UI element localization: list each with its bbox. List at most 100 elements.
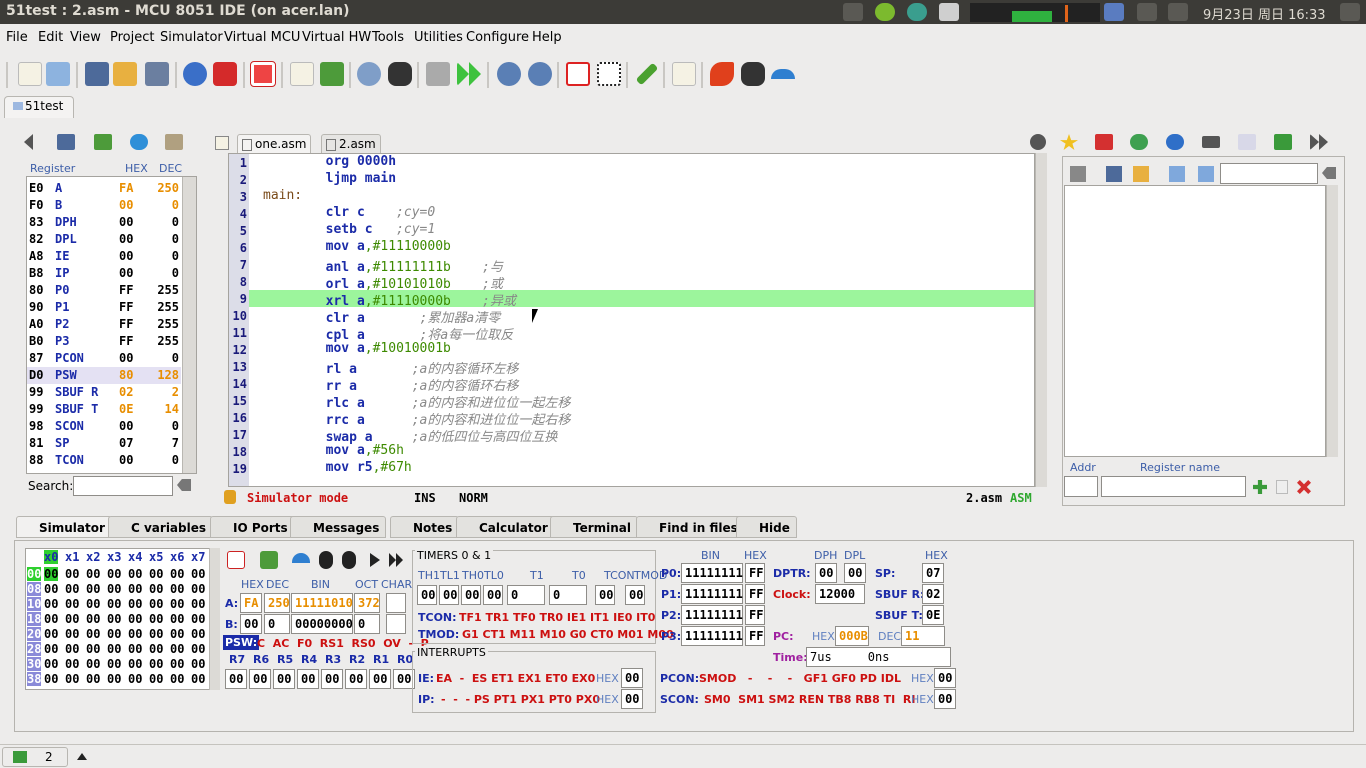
tmod-bits[interactable]: G1 CT1 M11 M10 G0 CT0 M01 M00 [462, 628, 674, 641]
register-row[interactable]: 82 DPL 00 0 [27, 231, 181, 248]
run-icon[interactable] [457, 62, 481, 86]
code-editor[interactable]: 1 2 3 4 5 6 7 8 9 10 11 12 13 14 15 16 17 18 19 org 0000h … [228, 153, 1035, 487]
save-icon[interactable] [85, 62, 109, 86]
memory-cell[interactable]: 00 [170, 582, 184, 596]
r-register-field[interactable]: 00 [225, 669, 247, 689]
menu-edit[interactable]: Edit [38, 30, 63, 45]
tab-messages[interactable]: Messages [290, 516, 387, 538]
dropbox-icon[interactable] [939, 3, 959, 21]
project-tab[interactable]: 51test [4, 96, 74, 118]
open-project-icon[interactable] [320, 62, 344, 86]
memory-cell[interactable]: 00 [44, 612, 58, 626]
memory-cell[interactable]: 00 [86, 657, 100, 671]
code-line[interactable]: org 0000h [249, 154, 1034, 171]
code-line[interactable]: mov a,#11110000b [249, 239, 1034, 256]
memory-cell[interactable]: 00 [44, 567, 59, 581]
code-line[interactable]: clr c ;cy=0 [249, 205, 1034, 222]
tab-notes[interactable]: Notes [390, 516, 460, 538]
timer-field[interactable]: 00 [483, 585, 503, 605]
register-row[interactable]: 90 P1 FF 255 [27, 299, 181, 316]
register-row[interactable]: A0 P2 FF 255 [27, 316, 181, 333]
memory-cell[interactable]: 00 [44, 657, 58, 671]
register-row[interactable]: B0 P3 FF 255 [27, 333, 181, 350]
volume-icon[interactable] [1168, 3, 1188, 21]
clock[interactable]: 9月23日 周日 16:33 [1203, 4, 1326, 23]
star-icon[interactable] [1060, 134, 1078, 150]
pen-icon[interactable] [635, 62, 659, 86]
compile-all-icon[interactable] [528, 62, 552, 86]
memory-cell[interactable]: 00 [44, 642, 58, 656]
addr-input[interactable] [1064, 476, 1098, 497]
rocket-icon[interactable] [710, 62, 734, 86]
register-name-input[interactable] [1101, 476, 1246, 497]
memory-cell[interactable]: 00 [191, 597, 205, 611]
reset-icon[interactable] [227, 551, 245, 569]
register-row[interactable]: 81 SP 07 7 [27, 435, 181, 452]
symbol-search-input[interactable] [1220, 163, 1318, 184]
symbol-scrollbar[interactable] [1326, 185, 1338, 457]
memory-cell[interactable]: 00 [170, 597, 184, 611]
sbuf-r-field[interactable]: 02 [922, 584, 944, 604]
gear-blue-icon[interactable] [130, 134, 148, 150]
register-row[interactable]: A8 IE 00 0 [27, 248, 181, 265]
timer-field[interactable]: 00 [461, 585, 481, 605]
list-icon[interactable] [426, 62, 450, 86]
dph-field[interactable]: 00 [815, 563, 837, 583]
edit-register-icon[interactable] [1276, 480, 1288, 494]
code-line[interactable]: ljmp main [249, 171, 1034, 188]
port-hex-field[interactable]: FF [745, 584, 765, 604]
code-line[interactable]: rr a ;a的内容循环右移 [249, 375, 1034, 394]
save-small-icon[interactable] [1106, 166, 1122, 182]
a-bin-field[interactable]: 11111010 [291, 593, 353, 613]
memory-cell[interactable]: 00 [107, 582, 121, 596]
tcon-bits[interactable]: TF1 TR1 TF0 TR0 IE1 IT1 IE0 IT0 [459, 611, 655, 624]
settings-gear-icon[interactable] [1340, 3, 1360, 21]
tab-hide[interactable]: Hide [736, 516, 797, 538]
a-oct-field[interactable]: 372 [354, 593, 380, 613]
timer-field[interactable]: 00 [595, 585, 615, 605]
register-row[interactable]: 98 SCON 00 0 [27, 418, 181, 435]
tab-simulator[interactable]: Simulator [16, 516, 112, 538]
memory-cell[interactable]: 00 [86, 627, 100, 641]
memory-cell[interactable]: 00 [86, 567, 100, 581]
code-line[interactable]: rlc a ;a的内容和进位位一起左移 [249, 392, 1034, 411]
list-view-icon[interactable] [1202, 136, 1220, 148]
menu-virtual-mcu[interactable]: Virtual MCU [224, 30, 300, 45]
memory-cell[interactable]: 00 [128, 567, 142, 581]
memory-cell[interactable]: 00 [107, 657, 121, 671]
memory-cell[interactable]: 00 [107, 567, 121, 581]
register-row[interactable]: E0 A FA 250 [27, 180, 181, 197]
code-line[interactable]: mov r5,#67h [249, 460, 1034, 477]
mail-icon[interactable] [1104, 3, 1124, 21]
r-register-field[interactable]: 00 [345, 669, 367, 689]
memory-cell[interactable]: 00 [86, 672, 100, 686]
close-editor-icon[interactable] [1030, 134, 1046, 150]
menu-utilities[interactable]: Utilities [414, 30, 463, 45]
menu-project[interactable]: Project [110, 30, 154, 45]
r-register-field[interactable]: 00 [249, 669, 271, 689]
memory-cell[interactable]: 00 [65, 642, 79, 656]
menu-file[interactable]: File [6, 30, 28, 45]
menu-tools[interactable]: Tools [372, 30, 404, 45]
code-line[interactable]: orl a,#10101010b ;或 [249, 273, 1034, 292]
timer-field[interactable]: 0 [507, 585, 545, 605]
memory-cell[interactable]: 00 [86, 582, 100, 596]
led-matrix-icon[interactable] [597, 62, 621, 86]
memory-cell[interactable]: 00 [65, 612, 79, 626]
memory-cell[interactable]: 00 [191, 567, 205, 581]
r-register-field[interactable]: 00 [273, 669, 295, 689]
code-line[interactable]: setb c ;cy=1 [249, 222, 1034, 239]
step-icon[interactable] [388, 62, 412, 86]
memory-cell[interactable]: 00 [107, 612, 121, 626]
memory-cell[interactable]: 00 [170, 612, 184, 626]
sfr-icon[interactable] [165, 134, 183, 150]
notes-icon[interactable] [1238, 134, 1256, 150]
memory-cell[interactable]: 00 [44, 672, 58, 686]
new-tab-icon[interactable] [215, 136, 229, 150]
memory-cell[interactable]: 00 [86, 597, 100, 611]
register-row[interactable]: F0 B 00 0 [27, 197, 181, 214]
memory-cell[interactable]: 00 [128, 657, 142, 671]
register-row[interactable]: D0 PSW 80 128 [27, 367, 181, 384]
ip-bits[interactable]: - - - PS PT1 PX1 PT0 PX0 [441, 693, 600, 706]
pc-dec-field[interactable]: 11 [901, 626, 945, 646]
